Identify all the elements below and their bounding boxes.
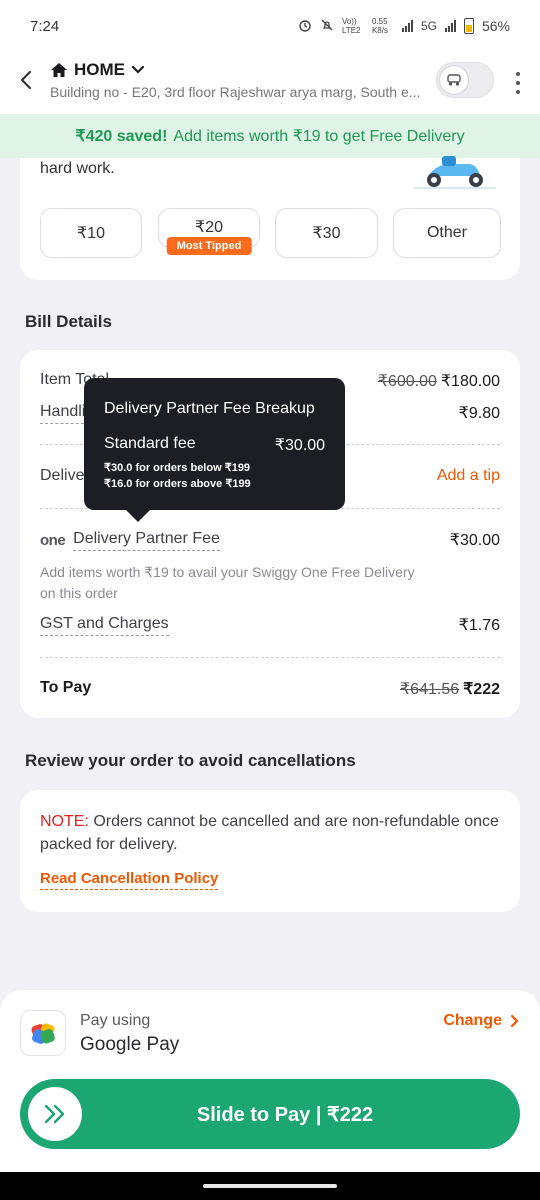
- signal-icon: [401, 20, 413, 32]
- home-gesture-pill[interactable]: [203, 1184, 337, 1188]
- tooltip-title: Delivery Partner Fee Breakup: [104, 400, 315, 417]
- location-selector[interactable]: HOME: [50, 60, 145, 80]
- tip-option-30[interactable]: ₹30: [275, 208, 378, 258]
- payment-method: Google Pay: [80, 1034, 180, 1055]
- partner-fee-tooltip: Delivery Partner Fee Breakup Standard fe…: [84, 378, 345, 522]
- note-text: Orders cannot be cancelled and are non-r…: [40, 813, 499, 853]
- savings-message: Add items worth ₹19 to get Free Delivery: [173, 128, 465, 145]
- to-pay-original: ₹641.56: [400, 681, 460, 698]
- item-total-value: ₹600.00 ₹180.00: [378, 371, 500, 391]
- tip-option-label: ₹20: [195, 219, 223, 236]
- review-card: NOTE: Orders cannot be cancelled and are…: [20, 790, 520, 912]
- partner-fee-label: Delivery Partner Fee: [73, 530, 220, 551]
- vehicle-icon: [439, 65, 469, 95]
- payment-sheet: Pay using Google Pay Change Slide to Pay…: [0, 990, 540, 1172]
- back-arrow-icon: [20, 70, 32, 90]
- partner-fee-value: ₹30.00: [449, 532, 500, 549]
- network-speed: 0.55 K8/s: [371, 17, 388, 35]
- item-total-original: ₹600.00: [377, 373, 437, 390]
- mute-icon: [320, 18, 334, 35]
- tip-card: hard work. ₹10 ₹20 Most Tipped ₹30 Other: [20, 156, 520, 280]
- fee-rule-above: ₹16.0 for orders above ₹199: [104, 478, 251, 490]
- battery-icon: [463, 18, 474, 34]
- status-time: 7:24: [30, 17, 60, 35]
- tip-option-other[interactable]: Other: [393, 208, 501, 258]
- standard-fee-value: ₹30.00: [274, 437, 325, 454]
- swiggy-one-logo: one: [40, 532, 66, 549]
- address-line[interactable]: Building no - E20, 3rd floor Rajeshwar a…: [50, 84, 430, 100]
- to-pay-value: ₹641.56 ₹222: [400, 679, 500, 699]
- tip-option-label: ₹30: [312, 225, 341, 242]
- standard-fee-label: Standard fee: [104, 435, 196, 452]
- handling-fee-value: ₹9.80: [458, 405, 500, 422]
- home-icon: [50, 62, 68, 78]
- network-type: 5G: [420, 19, 437, 33]
- most-tipped-badge: Most Tipped: [166, 237, 252, 255]
- network-label: Vo)) LTE2: [341, 17, 361, 35]
- more-options-icon[interactable]: [508, 70, 528, 96]
- slide-label: Slide to Pay | ₹222: [196, 1103, 374, 1126]
- add-tip-link[interactable]: Add a tip: [437, 467, 500, 485]
- tip-description: hard work.: [40, 160, 115, 177]
- cancellation-note: NOTE: Orders cannot be cancelled and are…: [40, 810, 500, 856]
- tip-option-label: Other: [426, 224, 467, 241]
- status-icons: Vo)) LTE2 0.55 K8/s 5G 56%: [298, 17, 510, 35]
- back-button[interactable]: [18, 68, 42, 96]
- savings-banner: ₹420 saved! Add items worth ₹19 to get F…: [0, 114, 540, 158]
- note-tag: NOTE:: [40, 813, 89, 830]
- divider: [40, 657, 500, 658]
- signal-icon-2: [444, 20, 456, 32]
- bill-details-title: Bill Details: [25, 312, 112, 331]
- gst-label[interactable]: GST and Charges: [40, 615, 169, 636]
- pay-using-label: Pay using: [80, 1012, 151, 1029]
- chevron-down-icon: [131, 65, 145, 75]
- google-pay-icon: [20, 1010, 66, 1056]
- vehicle-toggle[interactable]: [436, 62, 494, 98]
- tip-option-20[interactable]: ₹20 Most Tipped: [158, 208, 260, 255]
- chevron-right-icon: [510, 1014, 519, 1028]
- fee-rule-below: ₹30.0 for orders below ₹199: [104, 462, 251, 474]
- status-bar: 7:24 Vo)) LTE2 0.55 K8/s 5G 56%: [0, 0, 540, 52]
- tip-option-label: ₹10: [77, 225, 105, 242]
- to-pay-label: To Pay: [40, 679, 92, 696]
- header: HOME Building no - E20, 3rd floor Rajesh…: [0, 52, 540, 114]
- to-pay-amount: ₹222: [463, 681, 500, 698]
- swiggy-one-note: Add items worth ₹19 to avail your Swiggy…: [40, 564, 415, 601]
- battery-percent: 56%: [481, 18, 510, 34]
- tip-option-10[interactable]: ₹10: [40, 208, 142, 258]
- partner-fee-row[interactable]: one Delivery Partner Fee: [40, 530, 220, 551]
- cancellation-policy-link[interactable]: Read Cancellation Policy: [40, 870, 219, 890]
- system-nav-bar: [0, 1172, 540, 1200]
- location-title: HOME: [74, 60, 125, 79]
- slide-to-pay[interactable]: Slide to Pay | ₹222: [20, 1079, 520, 1149]
- change-label: Change: [443, 1012, 502, 1029]
- delivery-scooter-icon: [408, 154, 500, 190]
- alarm-icon: [298, 18, 312, 35]
- item-total-amount: ₹180.00: [440, 373, 500, 390]
- savings-amount: ₹420 saved!: [75, 128, 168, 145]
- change-payment-button[interactable]: Change: [443, 1012, 520, 1030]
- review-title: Review your order to avoid cancellations: [25, 751, 356, 770]
- gst-value: ₹1.76: [458, 617, 500, 634]
